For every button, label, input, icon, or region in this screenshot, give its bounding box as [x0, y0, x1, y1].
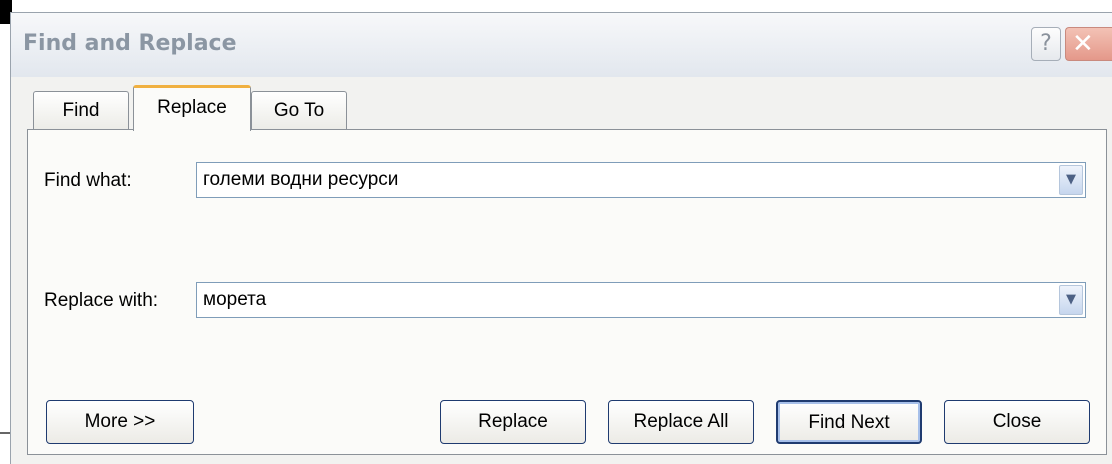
find-what-field[interactable]: големи водни ресурси ▼: [196, 162, 1086, 198]
replace-with-label: Replace with:: [44, 290, 159, 311]
tab-replace[interactable]: Replace: [133, 85, 251, 131]
tab-goto[interactable]: Go To: [251, 91, 347, 131]
replace-button[interactable]: Replace: [440, 400, 586, 444]
find-what-label: Find what:: [44, 170, 132, 191]
help-button[interactable]: ?: [1031, 27, 1061, 61]
find-what-dropdown-button[interactable]: ▼: [1059, 165, 1083, 195]
find-replace-dialog: Find and Replace ? ✕ Find Replace Go To …: [10, 12, 1112, 464]
close-window-button[interactable]: ✕: [1065, 27, 1112, 61]
replace-panel: Find what: големи водни ресурси ▼ Replac…: [27, 129, 1107, 455]
replace-with-dropdown-button[interactable]: ▼: [1059, 285, 1083, 315]
title-bar: Find and Replace ? ✕: [11, 13, 1112, 77]
dialog-title: Find and Replace: [23, 31, 237, 56]
more-button[interactable]: More >>: [46, 400, 194, 444]
tab-find[interactable]: Find: [33, 91, 129, 131]
find-what-value: големи водни ресурси: [203, 169, 399, 190]
chevron-down-icon: ▼: [1066, 172, 1076, 187]
chevron-down-icon: ▼: [1066, 292, 1076, 307]
replace-with-field[interactable]: морета ▼: [196, 282, 1086, 318]
close-button[interactable]: Close: [944, 400, 1090, 444]
find-next-button[interactable]: Find Next: [776, 400, 922, 444]
help-icon: ?: [1040, 31, 1052, 56]
replace-all-button[interactable]: Replace All: [608, 400, 754, 444]
close-icon: ✕: [1072, 29, 1094, 59]
replace-with-value: морета: [203, 289, 267, 310]
